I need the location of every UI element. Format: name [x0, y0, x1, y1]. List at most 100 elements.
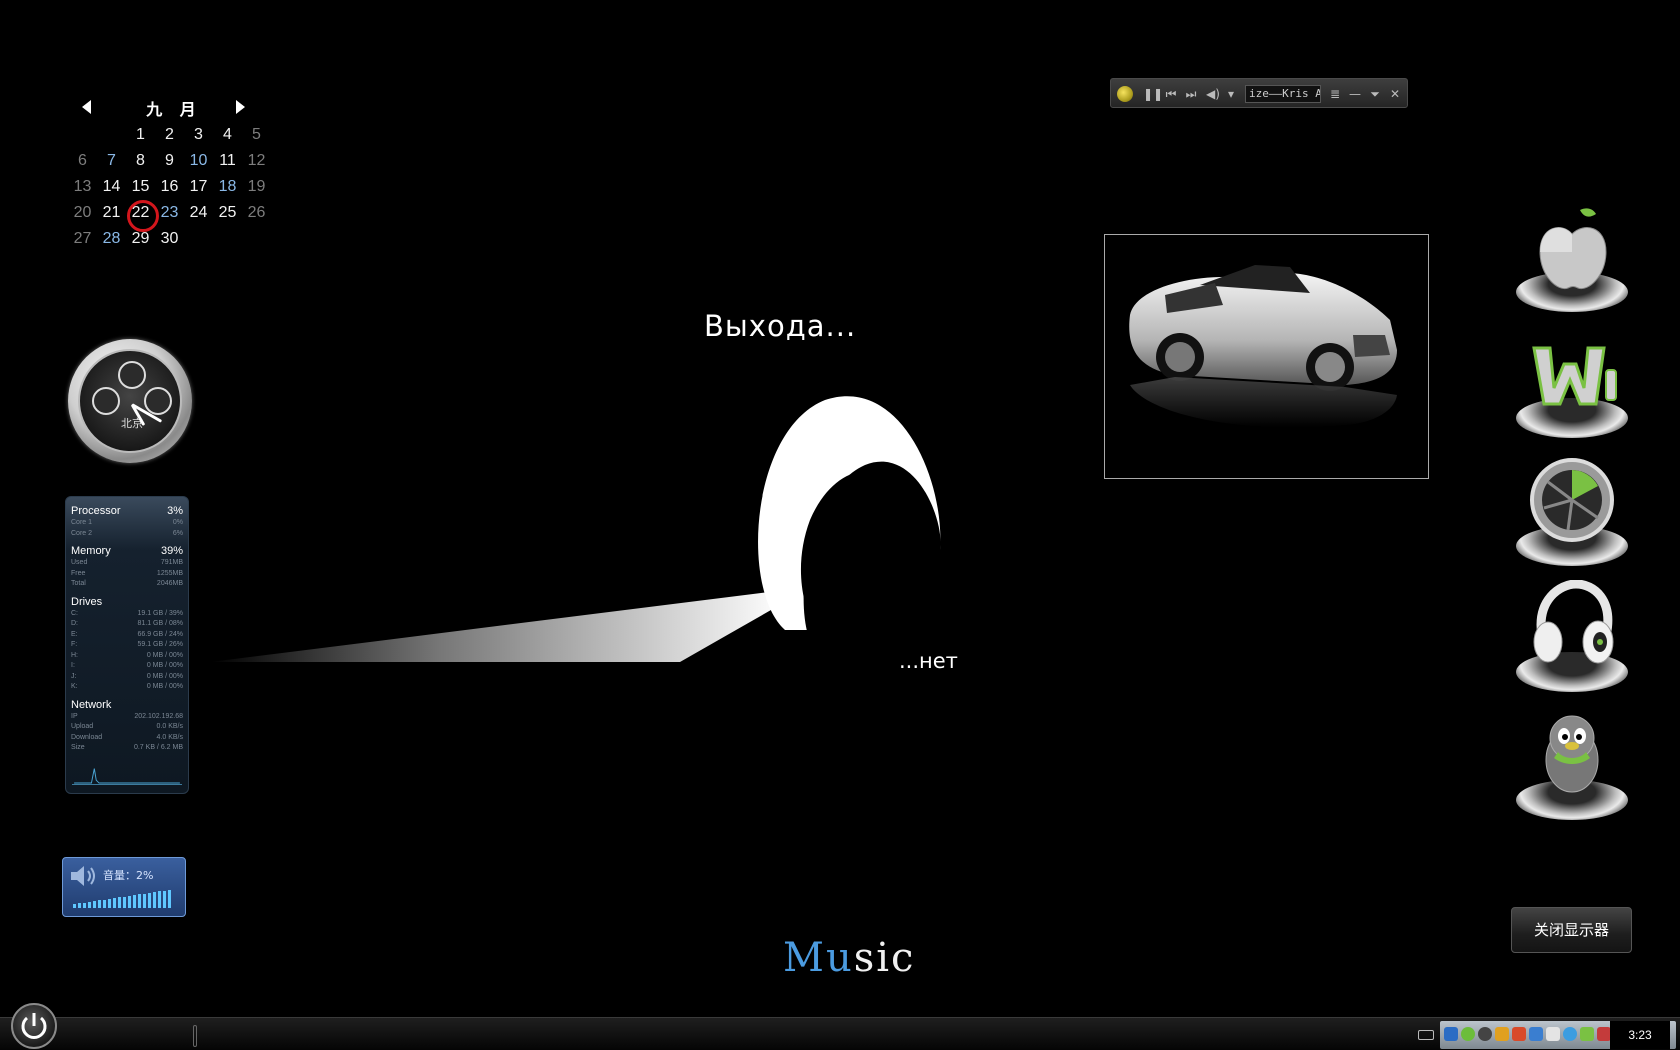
tray-qq-icon[interactable] — [1495, 1027, 1509, 1041]
calendar-day[interactable]: 15 — [126, 174, 155, 200]
next-month-arrow-icon[interactable] — [236, 100, 245, 114]
tray-leaf-icon[interactable] — [1580, 1027, 1594, 1041]
next-track-icon[interactable]: ⏭ — [1183, 86, 1199, 102]
volume-bar — [88, 901, 91, 908]
calendar-day[interactable]: 21 — [97, 200, 126, 226]
prev-month-arrow-icon[interactable] — [82, 100, 91, 114]
tray-globe-icon[interactable] — [1563, 1027, 1577, 1041]
calendar-day[interactable]: 9 — [155, 148, 184, 174]
taskbar-clock[interactable]: 3:23 — [1610, 1021, 1670, 1049]
calendar-day[interactable]: 26 — [242, 200, 271, 226]
volume-dropdown-icon[interactable]: ▾ — [1223, 86, 1239, 102]
memory-free-label: Free — [71, 569, 86, 577]
calendar-day[interactable]: 16 — [155, 174, 184, 200]
calendar-day[interactable]: 13 — [68, 174, 97, 200]
close-icon[interactable]: ✕ — [1387, 86, 1403, 102]
calendar-day[interactable]: 29 — [126, 226, 155, 252]
volume-bar — [108, 898, 111, 908]
calendar-day[interactable]: 14 — [97, 174, 126, 200]
word-icon — [1532, 346, 1617, 406]
dock-item-headphones[interactable] — [1512, 578, 1632, 696]
processor-value: 3% — [167, 505, 183, 517]
player-logo-icon[interactable] — [1117, 86, 1133, 102]
collapse-icon[interactable]: ⏷ — [1367, 86, 1383, 102]
drive-row: J: 0 MB / 00% — [71, 672, 183, 683]
volume-bar — [153, 892, 156, 908]
network-value: 0.0 KB/s — [156, 723, 183, 730]
apple-icon — [1539, 208, 1607, 290]
start-power-button[interactable] — [11, 1003, 57, 1049]
drive-row: K: 0 MB / 00% — [71, 682, 183, 693]
drive-row: D: 81.1 GB / 08% — [71, 619, 183, 630]
volume-icon[interactable]: ◀) — [1205, 86, 1221, 102]
minimize-icon[interactable]: — — [1347, 86, 1363, 102]
music-label[interactable]: Music — [783, 935, 915, 981]
dock-item-apple[interactable] — [1512, 198, 1632, 316]
calendar-day[interactable]: 11 — [213, 148, 242, 174]
calendar-day[interactable]: 27 — [68, 226, 97, 252]
calendar-day[interactable]: 12 — [242, 148, 271, 174]
calendar-day[interactable]: 19 — [242, 174, 271, 200]
tray-monitor-icon[interactable] — [1546, 1027, 1560, 1041]
keyboard-icon[interactable] — [1418, 1030, 1434, 1040]
calendar-day[interactable]: 24 — [184, 200, 213, 226]
calendar-day[interactable]: 20 — [68, 200, 97, 226]
calendar-day[interactable]: 18 — [213, 174, 242, 200]
lime-icon — [1530, 458, 1614, 542]
dock-item-qq[interactable] — [1512, 706, 1632, 824]
calendar-day[interactable]: 30 — [155, 226, 184, 252]
music-player-bar: ❚❚ ⏮ ⏭ ◀) ▾ ize——Kris A ≣ — ⏷ ✕ — [1110, 78, 1408, 108]
dock-item-word[interactable] — [1512, 324, 1632, 442]
memory-used-row: Used 791MB — [71, 558, 183, 569]
taskbar-resize-handle[interactable] — [193, 1025, 197, 1047]
calendar-day[interactable]: 25 — [213, 200, 242, 226]
track-title-field[interactable]: ize——Kris A — [1245, 85, 1321, 103]
volume-bar — [163, 890, 166, 908]
processor-label: Processor — [71, 505, 121, 517]
calendar-header: 九 月 — [68, 92, 278, 119]
previous-track-icon[interactable]: ⏮ — [1163, 86, 1179, 102]
drive-label: F: — [71, 641, 78, 648]
calendar-day[interactable]: 1 — [126, 122, 155, 148]
drive-label: D: — [71, 620, 78, 627]
drive-label: I: — [71, 662, 75, 669]
network-row: Network — [71, 699, 183, 712]
tray-arrow-icon[interactable] — [1444, 1027, 1458, 1041]
drive-value: 81.1 GB / 08% — [137, 620, 183, 627]
close-display-button[interactable]: 关闭显示器 — [1511, 907, 1632, 953]
calendar-day[interactable]: 6 — [68, 148, 97, 174]
drive-value: 59.1 GB / 26% — [137, 641, 183, 648]
volume-widget[interactable]: 音量：2% — [62, 857, 186, 917]
drive-value: 19.1 GB / 39% — [137, 609, 183, 617]
calendar-day[interactable]: 10 — [184, 148, 213, 174]
tray-qq2-icon[interactable] — [1512, 1027, 1526, 1041]
core-2-label: Core 2 — [71, 529, 93, 537]
calendar-day[interactable]: 2 — [155, 122, 184, 148]
tray-app-icon[interactable] — [1529, 1027, 1543, 1041]
tray-security-icon[interactable] — [1597, 1027, 1611, 1041]
drive-row: F: 59.1 GB / 26% — [71, 640, 183, 651]
dock-item-lime[interactable] — [1512, 452, 1632, 570]
playlist-icon[interactable]: ≣ — [1327, 86, 1343, 102]
tray-network-icon[interactable] — [1478, 1027, 1492, 1041]
volume-level-bars[interactable] — [73, 889, 171, 908]
calendar-day[interactable]: 23 — [155, 200, 184, 226]
pause-icon[interactable]: ❚❚ — [1143, 86, 1163, 102]
tray-player-icon[interactable] — [1461, 1027, 1475, 1041]
network-label: Upload — [71, 723, 94, 730]
processor-row: Processor 3% — [71, 505, 183, 518]
volume-bar — [128, 895, 131, 908]
calendar-day[interactable]: 28 — [97, 226, 126, 252]
calendar-day[interactable]: 5 — [242, 122, 271, 148]
subtitle-text: ...нет — [899, 649, 958, 673]
calendar-day[interactable]: 3 — [184, 122, 213, 148]
calendar-day[interactable]: 7 — [97, 148, 126, 174]
photo-frame-widget[interactable] — [1104, 234, 1429, 479]
analog-clock-widget: 北京 — [68, 339, 192, 463]
network-label: Download — [71, 733, 103, 741]
calendar-day[interactable]: 8 — [126, 148, 155, 174]
calendar-day[interactable]: 4 — [213, 122, 242, 148]
drive-label: E: — [71, 630, 78, 638]
calendar-day[interactable]: 17 — [184, 174, 213, 200]
calendar-day-today[interactable]: 22 — [126, 200, 159, 232]
